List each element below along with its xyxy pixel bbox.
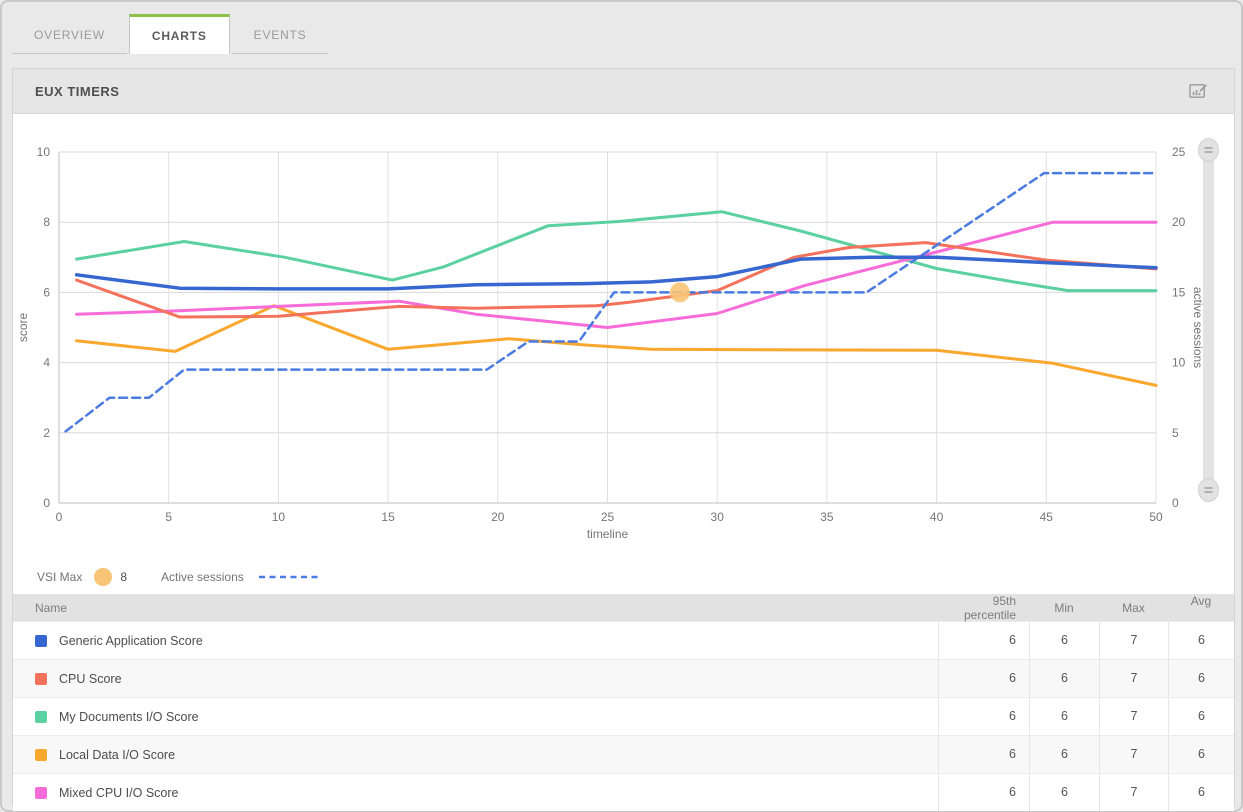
95th-percentile-value: 6 [938, 774, 1029, 811]
series-color-swatch [35, 673, 47, 685]
y-axis-right-tick: 5 [1172, 426, 1179, 440]
vsi-max-marker [670, 282, 690, 302]
y-axis-left-title: score [16, 313, 30, 343]
x-axis-tick: 0 [56, 510, 63, 524]
table-row[interactable]: My Documents I/O Score6676 [13, 697, 1234, 735]
y-axis-left-tick: 2 [43, 426, 50, 440]
column-header-avg: Avg [1168, 594, 1234, 608]
x-axis-title: timeline [587, 527, 629, 541]
avg-value: 6 [1168, 622, 1234, 659]
y-axis-right-tick: 20 [1172, 215, 1186, 229]
sessions-range-slider-track[interactable] [1203, 148, 1214, 492]
y-axis-right-tick: 25 [1172, 145, 1186, 159]
min-value: 6 [1029, 622, 1099, 659]
y-axis-left-tick: 10 [37, 145, 51, 159]
legend-vsi-max-label: VSI Max [37, 570, 82, 584]
column-header-max: Max [1099, 601, 1168, 615]
table-row[interactable]: Local Data I/O Score6676 [13, 735, 1234, 773]
avg-value: 6 [1168, 660, 1234, 697]
max-value: 7 [1099, 736, 1168, 773]
legend-vsi-max-value: 8 [120, 570, 127, 584]
active-sessions-dash-sample [258, 574, 320, 580]
95th-percentile-value: 6 [938, 698, 1029, 735]
95th-percentile-value: 6 [938, 622, 1029, 659]
vsi-max-marker-swatch [94, 568, 112, 586]
eux-timers-panel: EUX TIMERS 0 2 4 6 8 10 0 5 10 15 20 25 0 5 10 15 20 25 30… [12, 68, 1235, 806]
row-name-cell: Local Data I/O Score [13, 748, 938, 762]
min-value: 6 [1029, 698, 1099, 735]
table-row[interactable]: Generic Application Score6676 [13, 621, 1234, 659]
chart-edit-icon [1187, 80, 1209, 102]
avg-value: 6 [1168, 774, 1234, 811]
x-axis-tick: 35 [820, 510, 834, 524]
series-color-swatch [35, 749, 47, 761]
table-body: Generic Application Score6676CPU Score66… [13, 621, 1234, 811]
series-line-mixed-cpu-i-o-score [77, 222, 1156, 327]
y-axis-right-title: active sessions [1191, 287, 1205, 368]
row-name-cell: My Documents I/O Score [13, 710, 938, 724]
x-axis-tick: 25 [601, 510, 615, 524]
table-row[interactable]: Mixed CPU I/O Score6676 [13, 773, 1234, 811]
x-axis-tick: 15 [381, 510, 395, 524]
x-axis-tick: 10 [272, 510, 286, 524]
chart-settings-button[interactable] [1186, 79, 1210, 103]
table-header-row: Name 95th percentile Min Max Avg [13, 594, 1234, 621]
row-name-cell: Generic Application Score [13, 634, 938, 648]
series-line-active-sessions [66, 173, 1156, 431]
min-value: 6 [1029, 736, 1099, 773]
min-value: 6 [1029, 660, 1099, 697]
range-slider-handle-bottom[interactable] [1199, 479, 1219, 502]
series-color-swatch [35, 635, 47, 647]
max-value: 7 [1099, 774, 1168, 811]
range-slider-handle-top[interactable] [1199, 139, 1219, 162]
series-name-label: Mixed CPU I/O Score [59, 786, 178, 800]
row-name-cell: CPU Score [13, 672, 938, 686]
min-value: 6 [1029, 774, 1099, 811]
tab-events[interactable]: EVENTS [232, 16, 329, 54]
tab-bar: OVERVIEW CHARTS EVENTS [12, 14, 330, 54]
95th-percentile-value: 6 [938, 736, 1029, 773]
series-color-swatch [35, 711, 47, 723]
x-axis-tick: 40 [930, 510, 944, 524]
y-axis-right-tick: 10 [1172, 356, 1186, 370]
column-header-95th-percentile: 95th percentile [938, 594, 1029, 622]
series-name-label: My Documents I/O Score [59, 710, 199, 724]
tab-overview[interactable]: OVERVIEW [12, 16, 127, 54]
column-header-min: Min [1029, 601, 1099, 615]
scores-table: Name 95th percentile Min Max Avg Generic… [13, 594, 1234, 811]
panel-title: EUX TIMERS [35, 84, 119, 99]
tab-charts[interactable]: CHARTS [129, 14, 230, 54]
x-axis-tick: 5 [165, 510, 172, 524]
series-name-label: CPU Score [59, 672, 122, 686]
y-axis-left-tick: 8 [43, 215, 50, 229]
series-name-label: Local Data I/O Score [59, 748, 175, 762]
max-value: 7 [1099, 622, 1168, 659]
y-axis-left-tick: 6 [43, 285, 50, 299]
y-axis-right-tick: 0 [1172, 496, 1179, 510]
legend-active-sessions-label: Active sessions [161, 570, 244, 584]
95th-percentile-value: 6 [938, 660, 1029, 697]
max-value: 7 [1099, 660, 1168, 697]
series-line-generic-application-score [77, 257, 1156, 289]
x-axis-tick: 20 [491, 510, 505, 524]
series-name-label: Generic Application Score [59, 634, 203, 648]
y-axis-left-tick: 4 [43, 356, 50, 370]
panel-header: EUX TIMERS [13, 69, 1234, 114]
table-row[interactable]: CPU Score6676 [13, 659, 1234, 697]
row-name-cell: Mixed CPU I/O Score [13, 786, 938, 800]
column-header-name: Name [13, 601, 938, 615]
x-axis-tick: 45 [1040, 510, 1054, 524]
y-axis-right-tick: 15 [1172, 285, 1186, 299]
max-value: 7 [1099, 698, 1168, 735]
x-axis-tick: 30 [711, 510, 725, 524]
x-axis-tick: 50 [1149, 510, 1163, 524]
avg-value: 6 [1168, 736, 1234, 773]
chart-legend: VSI Max 8 Active sessions [13, 559, 1234, 594]
eux-timers-chart: 0 2 4 6 8 10 0 5 10 15 20 25 0 5 10 15 20 25 30 35 40 45 50 tim… [13, 114, 1234, 559]
avg-value: 6 [1168, 698, 1234, 735]
series-color-swatch [35, 787, 47, 799]
y-axis-left-tick: 0 [43, 496, 50, 510]
chart-canvas: 0 2 4 6 8 10 0 5 10 15 20 25 0 5 10 15 20 25 30 35 40 45 50 tim… [13, 114, 1234, 559]
